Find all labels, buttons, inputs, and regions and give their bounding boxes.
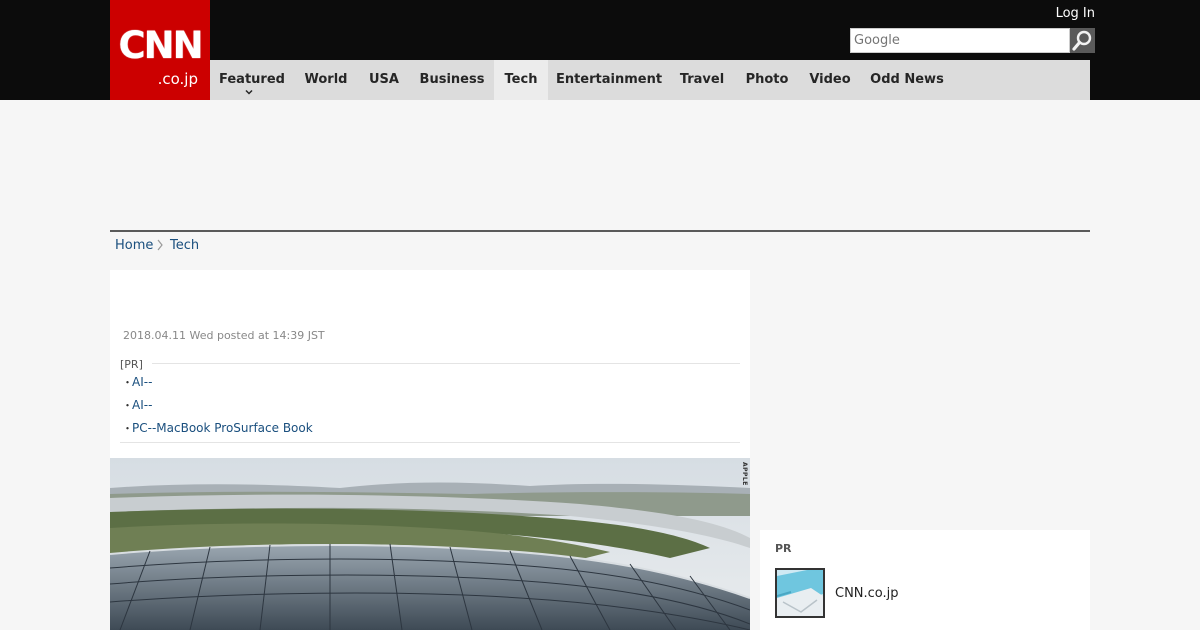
pr-link[interactable]: AI-- bbox=[132, 375, 152, 389]
nav-item-usa[interactable]: USA bbox=[358, 60, 410, 100]
sidebar-pr-title: PR bbox=[775, 542, 792, 555]
sidebar-pr-link[interactable]: CNN.co.jp bbox=[835, 586, 899, 602]
sidebar-pr-card: PR CNN.co.jp bbox=[760, 530, 1090, 630]
bullet: ・ bbox=[122, 399, 133, 412]
pr-list-item: ・AI-- bbox=[122, 397, 152, 414]
search-button[interactable] bbox=[1070, 28, 1095, 53]
pr-link[interactable]: AI-- bbox=[132, 398, 152, 412]
article-card: 2018.04.11 Wed posted at 14:39 JST [PR] … bbox=[110, 270, 750, 630]
pr-list-item: ・AI-- bbox=[122, 374, 152, 391]
logo-domain: .co.jp bbox=[157, 70, 198, 88]
pr-divider-bottom bbox=[120, 442, 740, 443]
nav-item-label: Travel bbox=[679, 72, 725, 87]
login-link[interactable]: Log In bbox=[1040, 6, 1095, 22]
section-divider bbox=[110, 230, 1090, 232]
nav-item-label: USA bbox=[369, 72, 399, 87]
nav-item-label: Odd News bbox=[870, 72, 944, 87]
nav-item-business[interactable]: Business bbox=[410, 60, 494, 100]
nav-item-entertainment[interactable]: Entertainment bbox=[548, 60, 670, 100]
breadcrumb-tech[interactable]: Tech bbox=[170, 238, 199, 254]
photo-credit-text: APPLE bbox=[741, 462, 748, 486]
nav-item-tech[interactable]: Tech bbox=[494, 60, 548, 100]
pr-label: [PR] bbox=[120, 358, 143, 371]
nav-item-label: Featured bbox=[219, 72, 285, 87]
apple-park-photo bbox=[110, 458, 750, 630]
nav-item-label: Entertainment bbox=[555, 72, 663, 87]
nav-item-label: Video bbox=[809, 72, 851, 87]
nav-item-travel[interactable]: Travel bbox=[670, 60, 734, 100]
breadcrumb-home[interactable]: Home bbox=[115, 238, 153, 254]
posted-timestamp: 2018.04.11 Wed posted at 14:39 JST bbox=[123, 329, 325, 342]
nav-item-world[interactable]: World bbox=[294, 60, 358, 100]
article-photo: APPLE bbox=[110, 458, 750, 630]
nav-item-photo[interactable]: Photo bbox=[734, 60, 800, 100]
bullet: ・ bbox=[122, 422, 133, 435]
chevron-down-icon bbox=[245, 89, 253, 95]
logo-wordmark: CNN bbox=[118, 24, 203, 67]
cnn-logo[interactable]: CNN .co.jp bbox=[110, 0, 210, 100]
nav-item-odd-news[interactable]: Odd News bbox=[860, 60, 954, 100]
nav-item-label: Business bbox=[419, 72, 485, 87]
photo-credit: APPLE bbox=[739, 461, 749, 486]
pr-divider bbox=[152, 363, 740, 364]
main-nav: Featured World USA Business Tech Enterta… bbox=[210, 60, 1090, 100]
pr-link[interactable]: PC--MacBook ProSurface Book bbox=[132, 421, 313, 435]
nav-item-video[interactable]: Video bbox=[800, 60, 860, 100]
search-input[interactable] bbox=[850, 28, 1070, 53]
nav-item-label: Tech bbox=[504, 72, 538, 87]
pr-list-item: ・PC--MacBook ProSurface Book bbox=[122, 420, 313, 437]
bullet: ・ bbox=[122, 376, 133, 389]
nav-item-label: Photo bbox=[745, 72, 789, 87]
search-icon bbox=[1070, 28, 1095, 53]
laptop-mail-icon bbox=[777, 570, 823, 616]
nav-item-label: World bbox=[304, 72, 348, 87]
nav-item-featured[interactable]: Featured bbox=[210, 60, 294, 100]
chevron-right-icon bbox=[157, 239, 163, 251]
sidebar-pr-thumbnail[interactable] bbox=[775, 568, 825, 618]
